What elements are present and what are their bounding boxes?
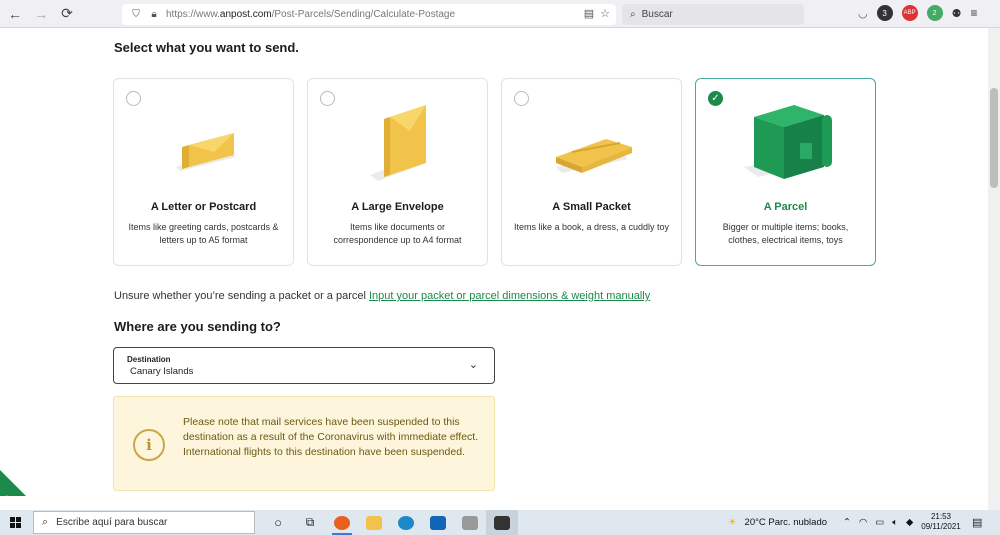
url-prefix: https://www. [166, 9, 220, 20]
url-path: /Post-Parcels/Sending/Calculate-Postage [271, 9, 456, 20]
cortana-icon[interactable]: ○ [262, 510, 294, 535]
back-button[interactable]: ← [4, 3, 26, 25]
weather-text[interactable]: 20°C Parc. nublado [745, 517, 828, 528]
gear-icon[interactable]: ⚙ [3, 494, 11, 505]
address-bar[interactable]: ⛉ 🔒︎ https://www. anpost.com/Post-Parcels… [122, 4, 616, 25]
heading-destination: Where are you sending to? [114, 319, 281, 334]
volume-icon[interactable]: 🔈︎ [892, 517, 898, 528]
system-tray: ☀ 20°C Parc. nublado ⌃ ◠ ▭ 🔈︎ ◆ [728, 510, 913, 535]
page-content: Select what you want to send. A Letter o… [0, 28, 988, 510]
taskbar-search-placeholder: Escribe aquí para buscar [56, 517, 168, 528]
windows-taskbar: ⌕ Escribe aquí para buscar ○ ⧉ ☀ 20°C Pa… [0, 510, 1000, 535]
small-packet-icon [556, 139, 632, 173]
option-title-letter: A Letter or Postcard [150, 201, 257, 213]
printer-app-icon[interactable] [454, 510, 486, 535]
chevron-up-icon[interactable]: ⌃ [843, 517, 851, 528]
bookmark-star-icon[interactable]: ☆ [600, 7, 610, 20]
search-icon: ⌕ [42, 516, 49, 528]
option-card-large-envelope[interactable]: A Large Envelope Items like documents or… [307, 78, 488, 266]
start-button[interactable] [0, 510, 30, 535]
search-icon: ⌕ [630, 9, 636, 20]
file-explorer-icon[interactable] [358, 510, 390, 535]
chevron-down-icon[interactable]: ⌄ [469, 358, 478, 371]
extensions-icon[interactable]: ⚉ [952, 7, 962, 20]
pocket-icon[interactable]: ◡ [858, 7, 868, 20]
parcel-box-icon [744, 105, 832, 179]
destination-select[interactable]: Destination Canary Islands ⌄ [113, 347, 495, 384]
network-icon[interactable]: ◠ [859, 517, 867, 528]
info-icon: i [133, 429, 165, 461]
extension-icon[interactable]: 2 [926, 5, 943, 21]
option-title-large-envelope: A Large Envelope [351, 201, 444, 213]
option-title-parcel: A Parcel [763, 201, 808, 213]
menu-icon[interactable]: ≡ [970, 6, 977, 20]
large-envelope-icon [370, 105, 426, 181]
feedback-corner-button[interactable] [0, 470, 26, 496]
taskbar-search-input[interactable]: ⌕ Escribe aquí para buscar [33, 511, 255, 534]
clock-date: 09/11/2021 [921, 522, 961, 531]
page-scrollbar[interactable] [988, 28, 1000, 510]
browser-search-placeholder: Buscar [641, 9, 673, 20]
lock-icon[interactable]: 🔒︎ [148, 9, 160, 21]
edge-icon[interactable] [390, 510, 422, 535]
option-card-letter[interactable]: A Letter or Postcard Items like greeting… [113, 78, 294, 266]
dropbox-icon[interactable]: ◆ [906, 517, 913, 528]
outlook-icon[interactable] [422, 510, 454, 535]
adblock-icon[interactable]: ABP [901, 5, 918, 21]
reader-view-icon[interactable]: ▤ [584, 7, 594, 20]
notice-text: Please note that mail services have been… [183, 416, 479, 458]
radio-large-envelope[interactable] [320, 91, 335, 106]
option-desc-parcel: Bigger or multiple items; books, clothes… [722, 222, 849, 245]
radio-small-packet[interactable] [514, 91, 529, 106]
windows-logo-icon [9, 517, 21, 528]
unsure-text: Unsure whether you’re sending a packet o… [114, 290, 366, 302]
weather-icon[interactable]: ☀ [728, 517, 737, 528]
browser-search-input[interactable]: ⌕ Buscar [622, 4, 804, 25]
display-icon[interactable]: ▭ [875, 517, 884, 528]
letter-envelope-icon [176, 133, 236, 171]
clock[interactable]: 21:53 09/11/2021 [918, 512, 964, 532]
radio-letter[interactable] [126, 91, 141, 106]
option-card-parcel[interactable]: ✓ A Parcel Bigger or multiple items; boo… [695, 78, 876, 266]
notification-icon[interactable]: ▤ [972, 516, 982, 529]
snip-app-icon[interactable] [486, 510, 518, 535]
destination-value: Canary Islands [130, 366, 194, 377]
option-desc-small-packet: Items like a book, a dress, a cuddly toy [513, 222, 670, 232]
unsure-line: Unsure whether you’re sending a packet o… [114, 290, 650, 302]
heading-send: Select what you want to send. [114, 40, 299, 55]
option-title-small-packet: A Small Packet [552, 201, 631, 213]
reload-button[interactable]: ⟳ [56, 3, 78, 25]
clock-time: 21:53 [930, 512, 952, 521]
destination-label: Destination [127, 355, 171, 364]
browser-toolbar: ← → ⟳ ⛉ 🔒︎ https://www. anpost.com/Post-P… [0, 0, 1000, 28]
scrollbar-thumb[interactable] [990, 88, 998, 188]
shield-icon[interactable]: ⛉ [130, 9, 142, 21]
manual-dimensions-link[interactable]: Input your packet or parcel dimensions &… [369, 290, 650, 302]
radio-parcel-checked-icon[interactable]: ✓ [708, 91, 723, 106]
firefox-icon[interactable] [326, 510, 358, 535]
option-card-small-packet[interactable]: A Small Packet Items like a book, a dres… [501, 78, 682, 266]
url-host: anpost.com [219, 9, 272, 20]
suspension-notice: i Please note that mail services have be… [113, 396, 495, 491]
task-view-icon[interactable]: ⧉ [294, 510, 326, 535]
forward-button[interactable]: → [30, 3, 52, 25]
option-desc-letter: Items like greeting cards, postcards & l… [128, 222, 279, 245]
extension-badge-icon[interactable]: 3 [876, 5, 893, 21]
option-desc-large-envelope: Items like documents or correspondence u… [333, 222, 462, 245]
